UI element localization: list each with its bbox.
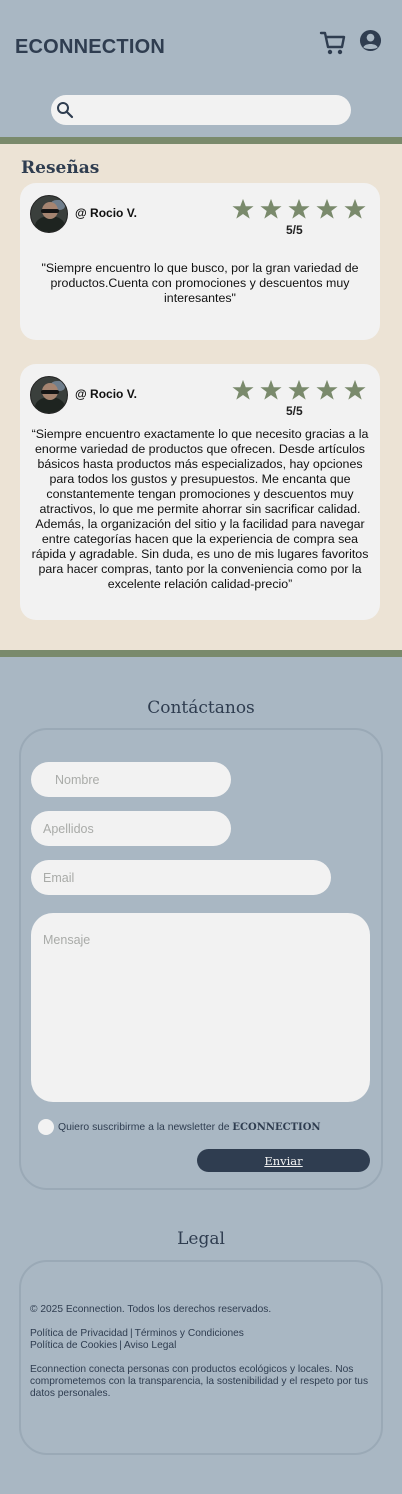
avatar [30,195,68,233]
newsletter-brand: ECONNECTION [232,1122,321,1133]
newsletter-checkbox[interactable] [38,1119,54,1135]
legal-notice-link[interactable]: Aviso Legal [124,1340,176,1351]
reviewer-name: @ Rocio V. [75,387,137,401]
mensaje-field[interactable] [31,913,370,1102]
rating-value: 5/5 [286,404,303,418]
copyright-text: © 2025 Econnection. Todos los derechos r… [30,1304,272,1315]
nombre-field[interactable] [31,762,231,797]
star-icon [316,379,338,400]
send-button[interactable]: Enviar [197,1149,370,1172]
review-card: @ Rocio V. 5/5 “Siempre encuentro exacta… [20,364,380,620]
star-icon [288,198,310,219]
cart-icon[interactable] [319,29,347,57]
divider-top [0,137,402,144]
legal-links-row-1: Política de Privacidad | Términos y Condic… [30,1328,375,1340]
reviewer-name: @ Rocio V. [75,206,137,220]
search-icon [57,102,74,119]
divider-bottom [0,650,402,657]
review-text: “Siempre encuentro exactamente lo que ne… [31,427,369,591]
apellidos-field[interactable] [31,811,231,846]
nombre-input[interactable] [55,762,219,797]
legal-links-row-2: Política de Cookies | Aviso Legal [30,1340,375,1352]
star-rating [232,198,366,222]
star-icon [288,379,310,400]
star-icon [232,379,254,400]
separator: | [129,1328,133,1339]
legal-description: Econnection conecta personas con product… [30,1364,369,1399]
avatar [30,376,68,414]
privacy-link[interactable]: Política de Privacidad [30,1328,128,1339]
star-icon [232,198,254,219]
star-icon [316,198,338,219]
legal-panel [19,1260,383,1455]
email-field[interactable] [31,860,331,895]
review-card: @ Rocio V. 5/5 "Siempre encuentro lo que… [20,183,380,340]
separator: | [119,1340,122,1351]
review-text: "Siempre encuentro lo que busco, por la … [41,261,359,305]
reviews-section: Reseñas @ Rocio V. 5/5 "Siempre encuentr… [0,144,402,650]
search-input[interactable] [79,99,341,121]
newsletter-label: Quiero suscribirme a la newsletter de EC… [58,1122,321,1133]
star-rating [232,379,366,403]
star-icon [344,198,366,219]
header: ECONNECTION [0,0,402,138]
user-circle-icon[interactable] [359,29,382,52]
rating-value: 5/5 [286,223,303,237]
star-icon [260,198,282,219]
cookies-link[interactable]: Política de Cookies [30,1340,117,1351]
apellidos-input[interactable] [43,811,219,846]
logo[interactable]: ECONNECTION [15,36,165,59]
legal-title: Legal [177,1229,225,1249]
email-input[interactable] [43,860,319,895]
mensaje-textarea[interactable] [43,933,358,1083]
contact-title: Contáctanos [147,698,255,718]
newsletter-text: Quiero suscribirme a la newsletter de [58,1122,230,1133]
search-bar[interactable] [51,95,351,125]
terms-link[interactable]: Términos y Condiciones [135,1328,244,1339]
star-icon [260,379,282,400]
star-icon [344,379,366,400]
reviews-title: Reseñas [21,158,100,178]
